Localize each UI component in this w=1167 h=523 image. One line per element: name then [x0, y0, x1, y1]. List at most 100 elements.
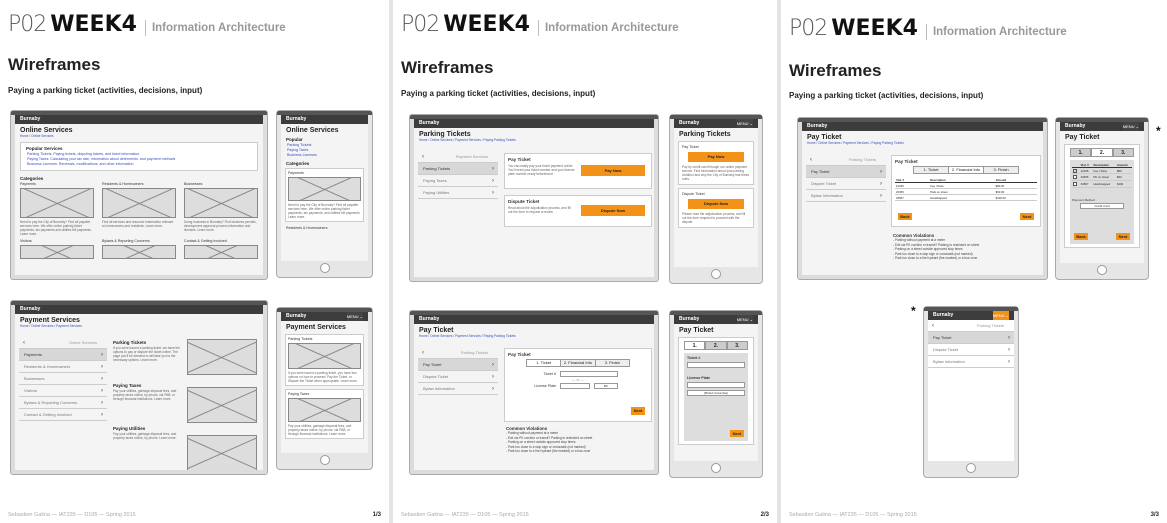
next-button[interactable]: Next: [730, 430, 744, 437]
ticket-number-input[interactable]: [687, 362, 745, 368]
nav-item[interactable]: Visitors: [19, 385, 107, 397]
image-placeholder: [288, 343, 361, 369]
menu-button[interactable]: MENU ⌄: [1122, 122, 1139, 131]
category-label: Residents & Homeowners: [102, 182, 144, 186]
wireframes-heading: Wireframes: [401, 58, 494, 77]
tablet-parking-tickets: Burnaby Parking Tickets Home / Online Se…: [409, 114, 659, 282]
province-select[interactable]: [British Columbia]: [687, 390, 745, 396]
side-nav: Parking Tickets Pay Ticket Dispute Ticke…: [806, 154, 886, 202]
nav-back[interactable]: Online Services: [19, 337, 107, 349]
nav-item[interactable]: Paying Taxes: [418, 175, 498, 187]
dispute-now-button[interactable]: Dispute Now: [688, 199, 744, 209]
table-row[interactable]: 34567 Handicapped $100.00: [895, 194, 1037, 201]
nav-back[interactable]: Parking Tickets: [418, 347, 498, 359]
nav-item[interactable]: Pay Ticket: [418, 359, 498, 371]
brand-label: Burnaby: [679, 316, 700, 322]
table-row[interactable]: 23456 PK on street $60: [1072, 173, 1132, 181]
brand-label: Burnaby: [20, 116, 41, 122]
popular-link[interactable]: Business Licenses: Renewals, modificatio…: [21, 162, 257, 167]
categories-heading: Categories: [20, 176, 44, 181]
step-indicator: 1. Ticket 2. Financial Info 3. Finish: [526, 359, 630, 367]
slide-3: P02 WEEK4 Information Architecture Wirefra…: [781, 0, 1167, 523]
nav-item[interactable]: Residents & Homeowners: [19, 361, 107, 373]
home-button-icon: [966, 463, 976, 473]
back-button[interactable]: Back: [1074, 233, 1088, 240]
home-button-icon: [319, 455, 330, 465]
nav-item[interactable]: Businesses: [19, 373, 107, 385]
checkbox[interactable]: [1073, 174, 1077, 179]
pay-now-button[interactable]: Pay Now: [688, 152, 744, 162]
province-select[interactable]: BC: [594, 383, 618, 389]
breadcrumb[interactable]: Home / Online Services / Payment Service…: [802, 141, 1043, 147]
menu-item[interactable]: Pay Ticket: [928, 332, 1014, 344]
nav-item[interactable]: Paying Utilities: [418, 187, 498, 199]
brand-label: Burnaby: [1065, 123, 1086, 129]
image-placeholder: [288, 398, 361, 422]
violation-item: - Park too close to a fire hydrant (fire…: [506, 449, 591, 454]
pay-ticket-form: Pay Ticket 1. Ticket 2. Financial Info 3…: [504, 348, 652, 422]
checkbox[interactable]: [1073, 181, 1077, 186]
nav-item[interactable]: Bylaw Information: [806, 190, 886, 202]
menu-back[interactable]: Parking Tickets: [928, 320, 1014, 332]
section-desc: Pay your utilities, garbage disposal fee…: [113, 389, 177, 401]
brand-label: Burnaby: [20, 306, 41, 312]
wireframes-heading: Wireframes: [8, 55, 101, 74]
breadcrumb[interactable]: Home / Online Services / Payment Service…: [414, 138, 654, 144]
nav-item[interactable]: Payments: [19, 349, 107, 361]
mobile-menu: Parking Tickets Pay Ticket Dispute Ticke…: [928, 320, 1014, 368]
category-label[interactable]: Residents & Homeowners: [281, 223, 368, 233]
nav-item[interactable]: Contact & Getting Involved: [19, 409, 107, 421]
menu-item[interactable]: Bylaw Information: [928, 356, 1014, 368]
brand-label: Burnaby: [286, 313, 307, 319]
step-tab[interactable]: 2.: [705, 341, 727, 350]
step-tab[interactable]: 2.: [1091, 148, 1113, 157]
page-title: Online Services: [286, 127, 339, 134]
image-placeholder: [102, 245, 176, 259]
nav-item[interactable]: Dispute Ticket: [806, 178, 886, 190]
next-button[interactable]: Next: [631, 407, 645, 415]
menu-button[interactable]: MENU ⌄: [992, 311, 1009, 320]
nav-back[interactable]: Payment Services: [418, 151, 498, 163]
payment-method-select[interactable]: Credit Card: [1080, 203, 1124, 209]
page-title: Online Services: [20, 127, 73, 134]
dispute-now-button[interactable]: Dispute Now: [581, 205, 645, 216]
card-desc: Read about the adjudication process, and…: [508, 206, 571, 214]
step-tab[interactable]: 3.: [1112, 148, 1134, 157]
license-plate-input[interactable]: [560, 383, 590, 389]
next-button[interactable]: Next: [1116, 233, 1130, 240]
checkbox[interactable]: ✓: [1073, 168, 1077, 173]
breadcrumb[interactable]: Home / Online Services: [15, 134, 263, 140]
license-plate-input[interactable]: [687, 382, 745, 388]
pay-now-button[interactable]: Pay Now: [581, 165, 645, 176]
image-placeholder: [20, 245, 94, 259]
next-button[interactable]: Next: [1020, 213, 1034, 220]
table-cell: $60: [1116, 173, 1132, 181]
card-heading: Pay Ticket: [508, 157, 531, 162]
nav-item[interactable]: Pay Ticket: [806, 166, 886, 178]
home-button-icon: [319, 263, 330, 273]
nav-item[interactable]: Bylaws & Reporting Concerns: [19, 397, 107, 409]
ticket-number-input[interactable]: [560, 371, 618, 377]
page-number: 1/3: [372, 512, 381, 518]
card-desc: Pay by credit card through our online pa…: [682, 165, 750, 181]
category-label: Contact & Getting Involved: [184, 239, 227, 243]
table-row[interactable]: 34567 Handicapped $100: [1072, 180, 1132, 188]
menu-button[interactable]: MENU ⌄: [736, 119, 753, 128]
step-tab[interactable]: 1.: [1070, 148, 1092, 157]
category-desc: Need to pay the City of Burnaby? Find al…: [20, 220, 92, 236]
breadcrumb[interactable]: Home / Online Services / Payment Service…: [414, 334, 654, 340]
nav-item[interactable]: Bylaw Information: [418, 383, 498, 395]
table-cell: 34567: [895, 194, 930, 201]
nav-back[interactable]: Parking Tickets: [806, 154, 886, 166]
step-tab[interactable]: 3.: [726, 341, 748, 350]
step-tab[interactable]: 1.: [684, 341, 706, 350]
menu-button[interactable]: MENU ⌄: [736, 315, 753, 324]
phone-pay-ticket-step2: Burnaby MENU ⌄ Pay Ticket 1. 2. 3. Viol. # D…: [1055, 117, 1149, 280]
section-title: Information Architecture: [144, 20, 286, 36]
menu-item[interactable]: Dispute Ticket: [928, 344, 1014, 356]
breadcrumb[interactable]: Home / Online Services / Payment Service…: [15, 324, 263, 330]
nav-item[interactable]: Parking Tickets: [418, 163, 498, 175]
menu-button[interactable]: MENU ⌄: [346, 312, 363, 321]
nav-item[interactable]: Dispute Ticket: [418, 371, 498, 383]
back-button[interactable]: Back: [898, 213, 912, 220]
